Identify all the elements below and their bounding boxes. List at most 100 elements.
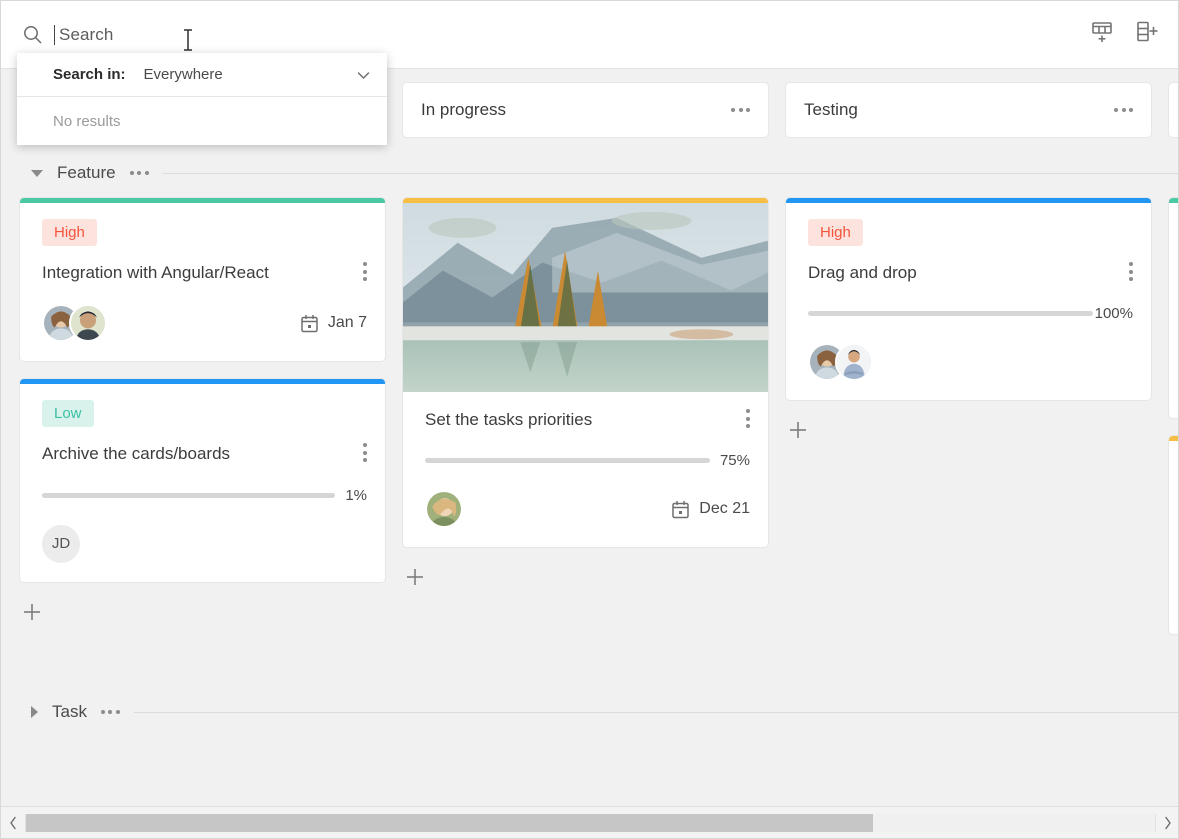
priority-badge: High bbox=[42, 219, 97, 246]
search-placeholder: Search bbox=[59, 24, 114, 44]
search-dropdown-panel: Search in: Everywhere No results bbox=[17, 53, 387, 145]
progress-bar bbox=[42, 492, 336, 498]
card-body: Set the tasks priorities 75% Dec 21 bbox=[403, 393, 768, 547]
card-cover-image bbox=[403, 203, 768, 393]
assignee-avatars bbox=[42, 304, 107, 343]
board-canvas: Backlog In progress Testing Done bbox=[1, 69, 1178, 806]
search-scope-value: Everywhere bbox=[143, 66, 223, 83]
due-date: Dec 21 bbox=[671, 500, 750, 519]
more-horizontal-icon[interactable] bbox=[731, 108, 750, 112]
add-column-icon[interactable] bbox=[1090, 19, 1116, 45]
card-set-the-tasks-priorities[interactable]: Set the tasks priorities 75% Dec 21 bbox=[402, 197, 769, 549]
progress-row: 75% bbox=[425, 452, 750, 469]
priority-badge: High bbox=[808, 219, 863, 246]
swimlane-header-feature[interactable]: Feature bbox=[1, 155, 1178, 191]
card-title: Integration with Angular/React bbox=[42, 263, 269, 282]
column-title: In progress bbox=[421, 100, 507, 119]
chevron-down-icon[interactable] bbox=[356, 68, 371, 83]
card-body: Low Archive the cards/boards 1% JD bbox=[20, 384, 385, 581]
card-archive-the-cards-boards[interactable]: Low Archive the cards/boards 1% JD bbox=[19, 378, 386, 583]
progress-label: 75% bbox=[719, 452, 750, 470]
search-input[interactable]: Search bbox=[54, 22, 294, 48]
swimlane-divider bbox=[133, 711, 1178, 713]
priority-badge: Low bbox=[42, 400, 94, 428]
swimlane-feature-lanes: High Integration with Angular/React Jan … bbox=[19, 197, 1178, 651]
add-card-row-icon[interactable] bbox=[1134, 19, 1160, 45]
scrollbar-thumb[interactable] bbox=[26, 813, 873, 832]
add-card-button-in-progress[interactable] bbox=[402, 564, 428, 590]
more-vertical-icon[interactable] bbox=[363, 443, 367, 463]
avatar[interactable]: JD bbox=[42, 524, 80, 563]
column-header-in-progress[interactable]: In progress bbox=[402, 82, 769, 138]
search-no-results-row: No results bbox=[17, 97, 387, 145]
card-footer: JD bbox=[42, 524, 367, 564]
card-title: Archive the cards/boards bbox=[42, 444, 231, 464]
due-date-label: Dec 21 bbox=[699, 500, 750, 518]
column-title: Testing bbox=[804, 100, 858, 119]
triangle-down-icon[interactable] bbox=[31, 169, 43, 177]
scrollbar-track[interactable] bbox=[25, 813, 1156, 832]
column-header-done[interactable]: Done bbox=[1168, 82, 1178, 138]
toolbar-actions bbox=[1090, 19, 1160, 45]
progress-bar bbox=[425, 458, 710, 464]
calendar-icon bbox=[300, 314, 319, 333]
mouse-text-cursor bbox=[181, 27, 195, 53]
card-drag-and-drop[interactable]: High Drag and drop 100% bbox=[785, 197, 1152, 402]
card-done-1[interactable] bbox=[1168, 197, 1178, 419]
search-container: Search bbox=[23, 15, 294, 55]
triangle-right-icon[interactable] bbox=[31, 706, 38, 718]
card-title: Drag and drop bbox=[808, 263, 917, 282]
more-vertical-icon[interactable] bbox=[746, 409, 750, 428]
more-vertical-icon[interactable] bbox=[1129, 262, 1133, 281]
search-scope-row[interactable]: Search in: Everywhere bbox=[17, 53, 387, 97]
card-title-row: Integration with Angular/React bbox=[42, 262, 367, 283]
lane-in-progress: Set the tasks priorities 75% Dec 21 bbox=[402, 197, 769, 651]
chevron-left-icon[interactable] bbox=[1, 807, 25, 839]
add-card-button-testing[interactable] bbox=[785, 417, 811, 443]
more-horizontal-icon[interactable] bbox=[1114, 108, 1133, 112]
card-title-row: Drag and drop bbox=[808, 262, 1133, 283]
search-icon bbox=[23, 25, 42, 44]
avatar[interactable] bbox=[835, 343, 873, 382]
lane-testing: High Drag and drop 100% bbox=[785, 197, 1152, 651]
assignee-avatars bbox=[425, 490, 463, 529]
swimlane-header-task[interactable]: Task bbox=[1, 694, 1178, 730]
lane-done bbox=[1168, 197, 1178, 651]
progress-row: 100% bbox=[808, 305, 1133, 322]
card-title-row: Set the tasks priorities bbox=[425, 409, 750, 430]
horizontal-scrollbar[interactable] bbox=[1, 806, 1178, 839]
swimlane-divider bbox=[162, 172, 1178, 174]
card-color-stripe bbox=[1169, 198, 1178, 203]
progress-bar bbox=[808, 311, 1093, 317]
chevron-right-icon[interactable] bbox=[1156, 807, 1178, 839]
card-footer: Dec 21 bbox=[425, 489, 750, 529]
more-vertical-icon[interactable] bbox=[363, 262, 367, 281]
card-title: Set the tasks priorities bbox=[425, 410, 593, 429]
search-in-label: Search in: bbox=[53, 66, 126, 83]
avatar[interactable] bbox=[425, 490, 463, 529]
due-date-label: Jan 7 bbox=[327, 314, 367, 332]
assignee-avatars: JD bbox=[42, 524, 80, 563]
more-horizontal-icon[interactable] bbox=[129, 171, 149, 175]
more-horizontal-icon[interactable] bbox=[100, 710, 120, 714]
swimlane-title: Task bbox=[52, 702, 87, 721]
no-results-text: No results bbox=[53, 112, 121, 130]
card-title-row: Archive the cards/boards bbox=[42, 443, 367, 464]
swimlane-title: Feature bbox=[57, 163, 116, 182]
calendar-icon bbox=[671, 500, 690, 519]
card-body: High Drag and drop 100% bbox=[786, 203, 1151, 400]
column-header-testing[interactable]: Testing bbox=[785, 82, 1152, 138]
due-date: Jan 7 bbox=[300, 314, 367, 333]
text-caret bbox=[54, 24, 55, 45]
card-color-stripe bbox=[1169, 436, 1178, 441]
card-body: High Integration with Angular/React Jan … bbox=[20, 203, 385, 361]
add-card-button-backlog[interactable] bbox=[19, 599, 45, 625]
assignee-avatars bbox=[808, 343, 873, 382]
avatar[interactable] bbox=[69, 304, 107, 343]
card-footer: Jan 7 bbox=[42, 303, 367, 343]
kanban-board-app: Search Search in: Everywhere No results … bbox=[0, 0, 1179, 839]
card-footer bbox=[808, 342, 1133, 382]
card-done-2[interactable] bbox=[1168, 435, 1178, 635]
card-integration-with-angular-react[interactable]: High Integration with Angular/React Jan … bbox=[19, 197, 386, 363]
progress-label: 1% bbox=[345, 486, 367, 504]
